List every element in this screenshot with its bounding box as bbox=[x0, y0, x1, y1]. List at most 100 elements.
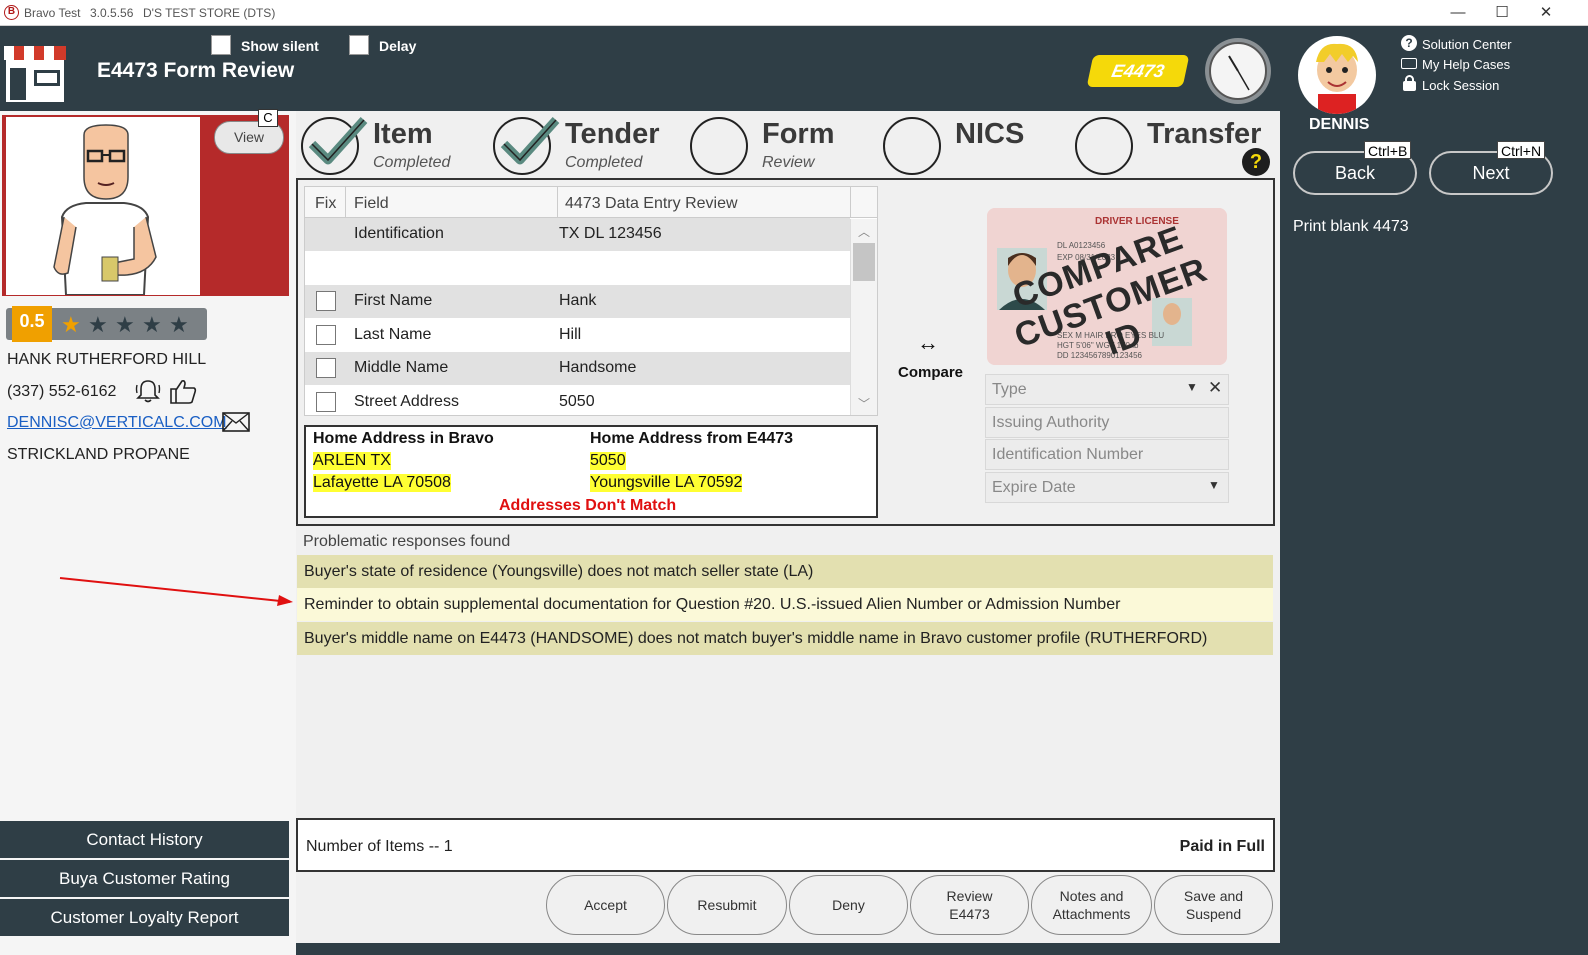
customer-email-link[interactable]: DENNISC@VERTICALC.COM bbox=[7, 414, 227, 432]
review-label-1: Review bbox=[946, 888, 993, 904]
col-review: 4473 Data Entry Review bbox=[565, 195, 738, 212]
problem-item[interactable]: Buyer's middle name on E4473 (HANDSOME) … bbox=[297, 622, 1273, 655]
loyalty-report-button[interactable]: Customer Loyalty Report bbox=[0, 899, 289, 936]
minimize-icon[interactable]: — bbox=[1438, 2, 1478, 24]
grid-scrollbar[interactable]: ︿ ﹀ bbox=[850, 219, 877, 415]
bell-icon[interactable] bbox=[134, 377, 162, 405]
thumbs-up-icon[interactable] bbox=[168, 377, 198, 405]
col-divider bbox=[345, 187, 346, 218]
app-name: Bravo Test bbox=[24, 6, 81, 20]
maximize-icon[interactable]: ☐ bbox=[1482, 2, 1522, 24]
table-row[interactable]: First Name Hank bbox=[305, 285, 850, 318]
customer-name: HANK RUTHERFORD HILL bbox=[7, 351, 207, 368]
annotation-arrow bbox=[59, 577, 293, 606]
deny-button[interactable]: Deny bbox=[789, 875, 908, 935]
fix-checkbox[interactable] bbox=[316, 358, 336, 378]
problem-item[interactable]: Buyer's state of residence (Youngsville)… bbox=[297, 555, 1273, 588]
star-icon: ★ bbox=[169, 312, 189, 337]
id-type-dropdown[interactable]: Type ▼ ✕ bbox=[985, 374, 1229, 405]
my-help-cases-link[interactable]: My Help Cases bbox=[1422, 57, 1510, 72]
scroll-thumb[interactable] bbox=[853, 243, 875, 281]
mail-icon[interactable] bbox=[222, 412, 250, 432]
row-value: TX DL 123456 bbox=[559, 225, 662, 242]
customer-rating-label: Buya Customer Rating bbox=[58, 869, 231, 888]
resubmit-button[interactable]: Resubmit bbox=[667, 875, 787, 935]
customer-rating-button[interactable]: Buya Customer Rating bbox=[0, 860, 289, 897]
paid-status: Paid in Full bbox=[1179, 838, 1265, 855]
star-icon: ★ bbox=[115, 312, 135, 337]
customer-id-image[interactable]: DL A0123456 EXP 08/31/2023 SEX M HAIR BR… bbox=[987, 208, 1227, 365]
accept-button[interactable]: Accept bbox=[546, 875, 665, 935]
table-row[interactable]: Middle Name Handsome bbox=[305, 352, 850, 385]
step-tender-title: Tender bbox=[565, 118, 660, 150]
row-value: 5050 bbox=[559, 393, 595, 410]
id-number-placeholder: Identification Number bbox=[992, 446, 1144, 463]
step-item-title: Item bbox=[373, 118, 433, 150]
delay-checkbox[interactable] bbox=[349, 35, 369, 55]
bravo-address-line2: Lafayette LA 70508 bbox=[313, 474, 451, 492]
fix-checkbox[interactable] bbox=[316, 392, 336, 412]
form-address-line2: Youngsville LA 70592 bbox=[590, 474, 743, 492]
close-icon[interactable]: ✕ bbox=[1526, 2, 1566, 24]
page-title: E4473 Form Review bbox=[97, 59, 295, 82]
chevron-down-icon[interactable]: ▼ bbox=[1208, 478, 1220, 492]
summary-bar: Number of Items -- 1 Paid in Full bbox=[296, 818, 1275, 872]
app-version: 3.0.5.56 bbox=[90, 6, 134, 20]
show-silent-checkbox[interactable] bbox=[211, 35, 231, 55]
step-form-title: Form bbox=[762, 118, 835, 150]
row-field: Middle Name bbox=[354, 359, 449, 376]
print-blank-link[interactable]: Print blank 4473 bbox=[1293, 218, 1409, 236]
lock-session-link[interactable]: Lock Session bbox=[1422, 78, 1499, 93]
solution-center-link[interactable]: Solution Center bbox=[1422, 37, 1512, 52]
table-row[interactable]: Identification TX DL 123456 bbox=[305, 218, 850, 251]
table-row[interactable]: Street Address 5050 bbox=[305, 386, 850, 414]
clock-icon bbox=[1203, 36, 1273, 106]
store-name: D'S TEST STORE (DTS) bbox=[143, 6, 276, 20]
chevron-down-icon[interactable]: ▼ bbox=[1186, 380, 1198, 394]
table-row[interactable]: Last Name Hill bbox=[305, 319, 850, 352]
fix-checkbox[interactable] bbox=[316, 291, 336, 311]
scroll-down-icon[interactable]: ﹀ bbox=[858, 395, 870, 412]
id-number-field[interactable]: Identification Number bbox=[985, 439, 1229, 470]
problem-text: Buyer's middle name on E4473 (HANDSOME) … bbox=[304, 630, 1208, 647]
e4473-badge-label: E4473 bbox=[1109, 61, 1167, 81]
user-name: DENNIS bbox=[1309, 116, 1370, 133]
notes-label-1: Notes and bbox=[1059, 888, 1124, 904]
scroll-up-icon[interactable]: ︿ bbox=[858, 223, 870, 240]
review-e4473-button[interactable]: Review E4473 bbox=[910, 875, 1029, 935]
check-icon bbox=[306, 112, 370, 175]
show-silent-label: Show silent bbox=[241, 38, 319, 54]
problems-title: Problematic responses found bbox=[303, 533, 511, 550]
compare-button[interactable]: Compare bbox=[898, 364, 963, 381]
star-icon: ★ bbox=[88, 312, 108, 337]
review-label-2: E4473 bbox=[949, 906, 990, 922]
bravo-address-title: Home Address in Bravo bbox=[313, 430, 494, 447]
problem-text: Buyer's state of residence (Youngsville)… bbox=[304, 563, 814, 580]
clear-icon[interactable]: ✕ bbox=[1208, 378, 1222, 398]
item-count: Number of Items -- 1 bbox=[306, 838, 453, 855]
help-question-icon[interactable]: ? bbox=[1242, 148, 1270, 176]
step-form-sub: Review bbox=[762, 154, 815, 171]
problem-item[interactable]: Reminder to obtain supplemental document… bbox=[297, 588, 1273, 621]
delay-label: Delay bbox=[379, 38, 417, 54]
contact-history-button[interactable]: Contact History bbox=[0, 821, 289, 858]
e4473-badge: E4473 bbox=[1086, 55, 1190, 87]
grid-header: Fix Field 4473 Data Entry Review bbox=[305, 187, 877, 218]
step-form-circle bbox=[690, 117, 748, 175]
issuing-authority-field[interactable]: Issuing Authority bbox=[985, 407, 1229, 438]
folder-icon bbox=[1401, 58, 1417, 69]
notes-attachments-button[interactable]: Notes and Attachments bbox=[1031, 875, 1152, 935]
title-bar: B Bravo Test 3.0.5.56 D'S TEST STORE (DT… bbox=[0, 0, 1588, 26]
compare-arrow-icon[interactable]: ↔ bbox=[917, 330, 939, 356]
address-mismatch-warning: Addresses Don't Match bbox=[499, 497, 677, 514]
bravo-address-line1: ARLEN TX bbox=[313, 452, 391, 470]
row-field: Last Name bbox=[354, 326, 432, 343]
c-button[interactable]: C bbox=[258, 109, 278, 127]
user-avatar[interactable] bbox=[1298, 36, 1376, 114]
fix-checkbox[interactable] bbox=[316, 325, 336, 345]
form-address-title: Home Address from E4473 bbox=[590, 430, 794, 447]
rating-value: 0.5 bbox=[12, 306, 52, 342]
expire-date-field[interactable]: Expire Date ▼ bbox=[985, 472, 1229, 503]
back-shortcut: Ctrl+B bbox=[1364, 141, 1412, 159]
save-suspend-button[interactable]: Save and Suspend bbox=[1154, 875, 1273, 935]
